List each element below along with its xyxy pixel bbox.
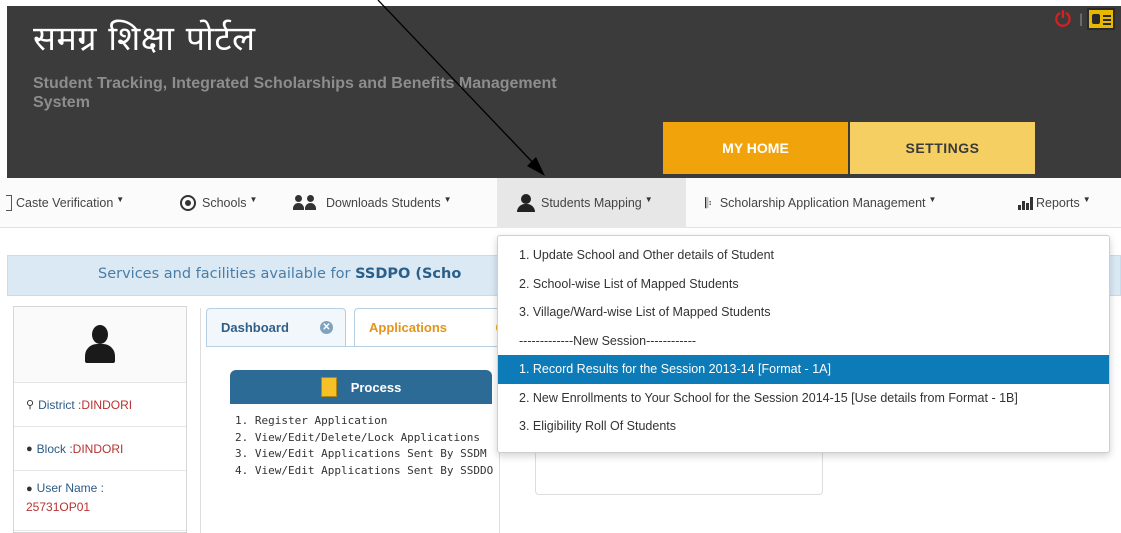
block-row: ● Block : DINDORI xyxy=(14,427,186,471)
tab-applications-label: Applications xyxy=(369,320,448,335)
tab-dashboard-label: Dashboard xyxy=(221,320,289,335)
header: समग्र शिक्षा पोर्टल Student Tracking, In… xyxy=(0,0,1121,178)
tabs-divider xyxy=(206,346,501,347)
tab-settings[interactable]: SETTINGS xyxy=(850,122,1035,174)
services-text: Services and facilities available for SS… xyxy=(98,266,461,282)
dropdown-item-school-wise-list[interactable]: 2. School-wise List of Mapped Students xyxy=(498,270,1109,299)
caret-down-icon: ▼ xyxy=(116,194,125,204)
top-icons: ⏻ | xyxy=(1055,8,1115,30)
district-value: DINDORI xyxy=(81,397,133,412)
user-icon xyxy=(517,194,535,212)
username-value: 25731OP01 xyxy=(26,500,91,514)
avatar xyxy=(85,324,115,365)
menu-item-downloads-students[interactable]: Downloads Students ▼ xyxy=(292,178,452,228)
block-label: Block : xyxy=(36,441,73,456)
menu-item-reports[interactable]: Reports ▼ xyxy=(1018,178,1091,228)
process-link-register-application[interactable]: 1. Register Application xyxy=(235,413,493,430)
menu-label: Downloads Students xyxy=(326,196,441,210)
tab-dashboard[interactable]: Dashboard ✕ xyxy=(206,308,346,346)
block-value: DINDORI xyxy=(72,441,124,456)
students-mapping-dropdown: 1. Update School and Other details of St… xyxy=(497,235,1110,453)
power-icon[interactable]: ⏻ xyxy=(1055,9,1075,29)
dropdown-item-record-results[interactable]: 1. Record Results for the Session 2013-1… xyxy=(498,355,1109,384)
process-list: 1. Register Application 2. View/Edit/Del… xyxy=(235,413,493,479)
avatar-box xyxy=(14,307,186,383)
top-separator: | xyxy=(1078,12,1083,26)
caret-down-icon: ▼ xyxy=(928,194,937,204)
process-header: Process xyxy=(230,370,492,404)
bar-chart-icon xyxy=(1018,196,1033,210)
dropdown-item-update-school-details[interactable]: 1. Update School and Other details of St… xyxy=(498,241,1109,270)
menu-item-scholarship-application-management[interactable]: 𝄆 Scholarship Application Management ▼ xyxy=(705,178,936,228)
dropdown-item-eligibility-roll[interactable]: 3. Eligibility Roll Of Students xyxy=(498,412,1109,441)
services-prefix: Services and facilities available for xyxy=(98,266,356,282)
dropdown-item-village-wise-list[interactable]: 3. Village/Ward-wise List of Mapped Stud… xyxy=(498,298,1109,327)
menu-label: Scholarship Application Management xyxy=(719,196,926,210)
profile-card: ⚲ District : DINDORI ● Block : DINDORI ●… xyxy=(13,306,187,533)
circle-icon xyxy=(180,195,196,211)
caret-down-icon: ▼ xyxy=(249,194,258,204)
dropdown-separator-new-session: -------------New Session------------ xyxy=(519,333,697,348)
process-link-edit-applications[interactable]: 2. View/Edit/Delete/Lock Applications xyxy=(235,430,493,447)
document-icon xyxy=(320,374,341,397)
process-title: Process xyxy=(350,379,402,395)
caret-down-icon: ▼ xyxy=(644,194,653,204)
map-marker-icon: ⚲ xyxy=(26,399,35,411)
block-icon: ● xyxy=(26,442,33,455)
menu-label: Reports xyxy=(1036,196,1080,210)
district-label: District : xyxy=(38,397,82,412)
tab-applications[interactable]: Applications ✕ xyxy=(354,308,509,346)
process-link-ssdm-applications[interactable]: 3. View/Edit Applications Sent By SSDM xyxy=(235,446,493,463)
menu-item-schools[interactable]: Schools ▼ xyxy=(180,178,257,228)
user-small-icon: ● xyxy=(26,483,33,495)
close-icon[interactable]: ✕ xyxy=(320,321,333,334)
portal-title: समग्र शिक्षा पोर्टल xyxy=(33,19,256,59)
caret-down-icon: ▼ xyxy=(1082,194,1091,204)
process-link-ssddo-applications[interactable]: 4. View/Edit Applications Sent By SSDDO xyxy=(235,463,493,480)
menu-label: Schools xyxy=(202,196,247,210)
caret-down-icon: ▼ xyxy=(443,194,452,204)
tab-my-home[interactable]: MY HOME xyxy=(663,122,848,174)
paperclip-icon: 𝄆 xyxy=(705,194,712,211)
main-menu-bar: Caste Verification ▼ Schools ▼ Downloads… xyxy=(0,178,1121,228)
username-label: User Name : xyxy=(36,481,105,495)
menu-label: Students Mapping xyxy=(541,196,642,210)
bracket-icon xyxy=(6,195,12,211)
username-row: ● User Name : 25731OP01 xyxy=(14,471,186,531)
dropdown-item-new-enrollments[interactable]: 2. New Enrollments to Your School for th… xyxy=(498,384,1109,413)
services-entity: SSDPO (Scho xyxy=(355,266,462,282)
menu-item-caste-verification[interactable]: Caste Verification ▼ xyxy=(0,178,160,228)
users-icon xyxy=(292,195,320,211)
district-row: ⚲ District : DINDORI xyxy=(14,383,186,427)
id-card-icon[interactable] xyxy=(1087,8,1115,30)
portal-subtitle: Student Tracking, Integrated Scholarship… xyxy=(33,75,557,111)
menu-item-students-mapping[interactable]: Students Mapping ▼ xyxy=(497,178,686,228)
menu-label: Caste Verification xyxy=(16,196,114,210)
